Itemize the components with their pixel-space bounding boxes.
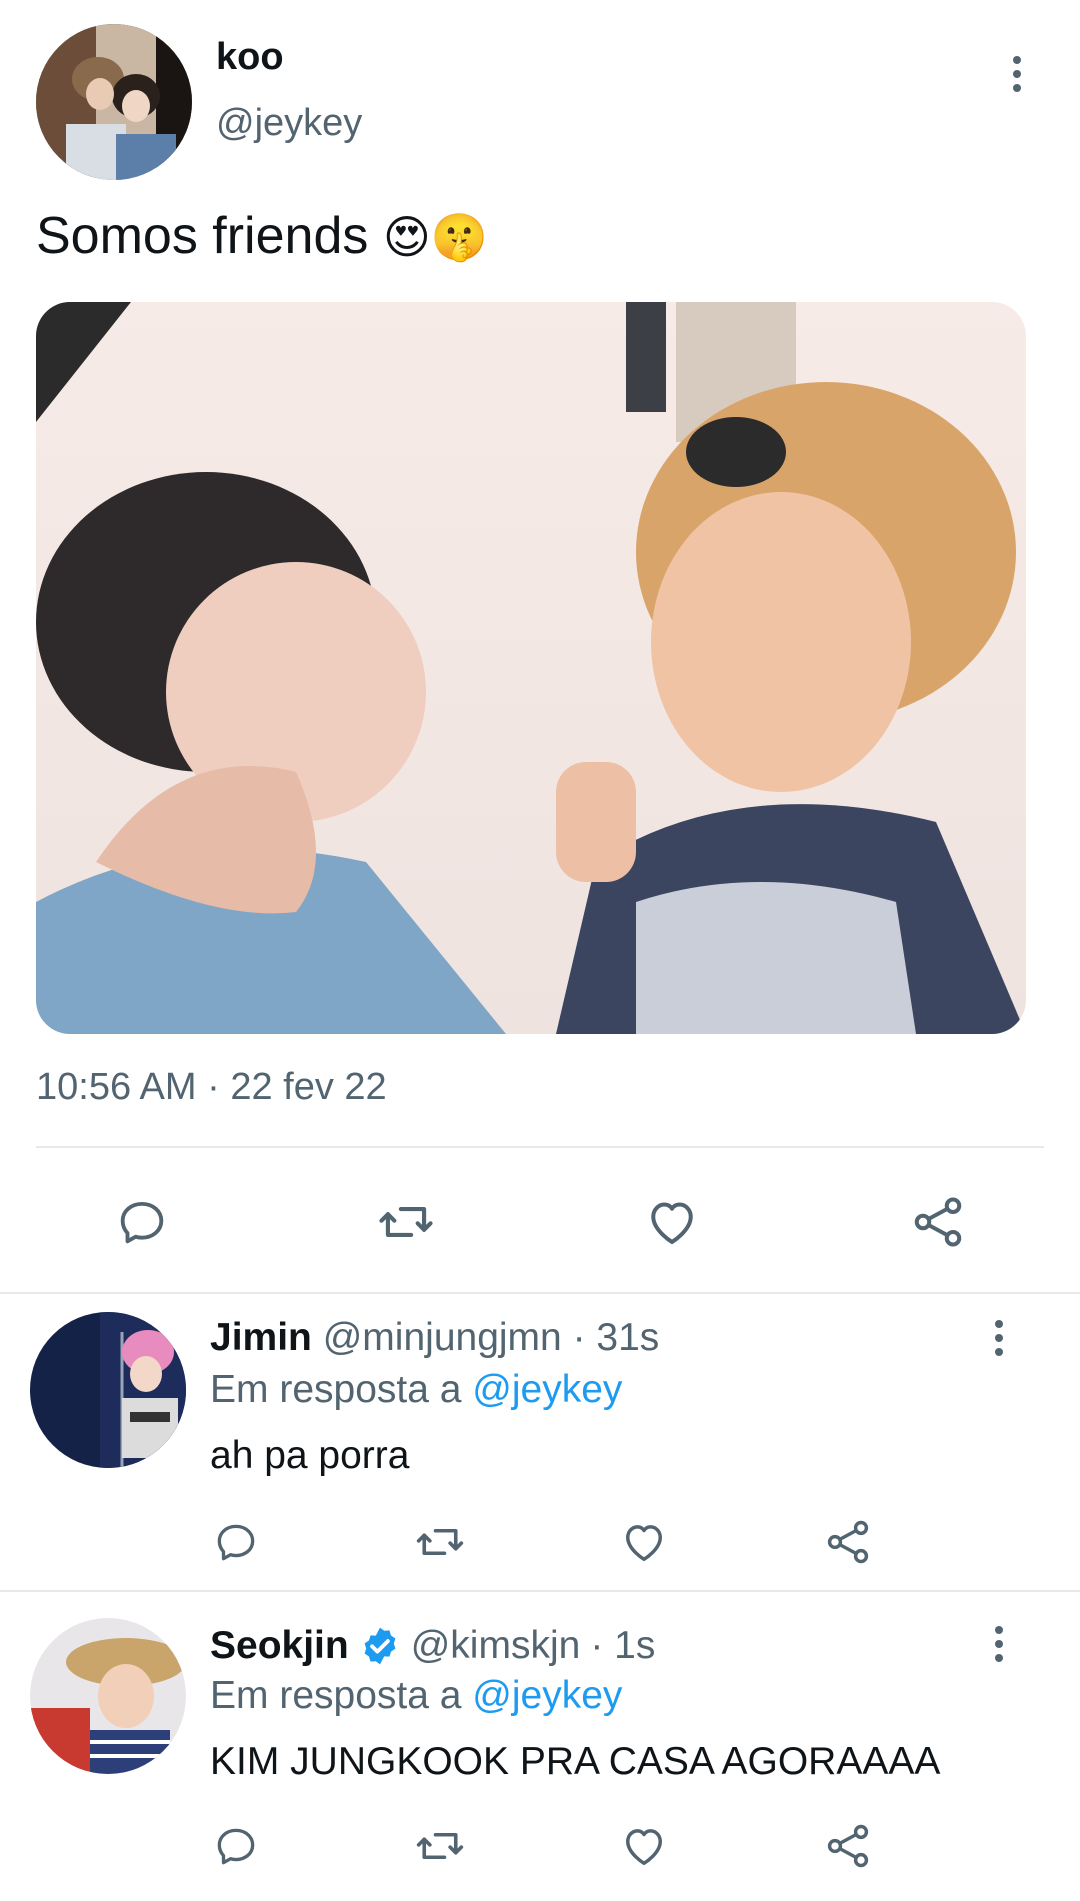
- share-icon[interactable]: [820, 1818, 876, 1874]
- reply-text: ah pa porra: [210, 1434, 410, 1477]
- like-icon[interactable]: [616, 1818, 672, 1874]
- reply-author-name[interactable]: Seokjin: [210, 1624, 349, 1668]
- reply-context-prefix: Em resposta a: [210, 1674, 462, 1717]
- section-divider: [0, 1292, 1080, 1294]
- section-divider: [0, 1590, 1080, 1592]
- reply-icon[interactable]: [110, 1190, 174, 1254]
- share-icon[interactable]: [906, 1190, 970, 1254]
- avatar-photo: [36, 24, 192, 180]
- photo-image: [36, 302, 1026, 1034]
- like-icon[interactable]: [640, 1190, 704, 1254]
- reply-header: Jimin @minjungjmn · 31s: [210, 1316, 659, 1360]
- reply-time: · 31s: [572, 1316, 660, 1359]
- reply-to-link[interactable]: @jeykey: [472, 1674, 622, 1717]
- retweet-icon[interactable]: [374, 1190, 438, 1254]
- reply-author-name[interactable]: Jimin: [210, 1316, 312, 1359]
- retweet-icon[interactable]: [412, 1514, 468, 1570]
- more-icon[interactable]: [994, 1320, 1004, 1356]
- reply-avatar-jimin[interactable]: [30, 1312, 186, 1468]
- reply-icon[interactable]: [208, 1818, 264, 1874]
- reply-author-handle[interactable]: @minjungjmn: [323, 1316, 562, 1359]
- author-handle[interactable]: @jeykey: [216, 102, 362, 145]
- tweet-timestamp: 10:56 AM · 22 fev 22: [36, 1066, 387, 1108]
- reply-author-handle[interactable]: @kimskjn: [411, 1624, 581, 1668]
- verified-badge-icon: [359, 1625, 401, 1667]
- tweet-photo[interactable]: [36, 302, 1026, 1034]
- author-avatar[interactable]: [36, 24, 192, 180]
- reply-icon[interactable]: [208, 1514, 264, 1570]
- reply-to-link[interactable]: @jeykey: [472, 1368, 622, 1411]
- avatar-photo: [30, 1312, 186, 1468]
- divider: [36, 1146, 1044, 1148]
- share-icon[interactable]: [820, 1514, 876, 1570]
- reply-text: KIM JUNGKOOK PRA CASA AGORAAAA: [210, 1740, 941, 1783]
- tweet-text: Somos friends 😍🤫: [36, 206, 488, 267]
- tweet-emoji: 😍🤫: [382, 211, 489, 263]
- author-name[interactable]: koo: [216, 36, 284, 79]
- reply-context: Em resposta a @jeykey: [210, 1368, 622, 1412]
- reply-header: Seokjin @kimskjn · 1s: [210, 1624, 655, 1668]
- reply-avatar-seokjin[interactable]: [30, 1618, 186, 1774]
- more-icon[interactable]: [1012, 56, 1022, 92]
- tweet-text-body: Somos friends: [36, 207, 369, 265]
- reply-time: · 1s: [590, 1624, 656, 1667]
- reply-context: Em resposta a @jeykey: [210, 1674, 622, 1718]
- retweet-icon[interactable]: [412, 1818, 468, 1874]
- like-icon[interactable]: [616, 1514, 672, 1570]
- more-icon[interactable]: [994, 1626, 1004, 1662]
- avatar-photo: [30, 1618, 186, 1774]
- reply-context-prefix: Em resposta a: [210, 1368, 462, 1411]
